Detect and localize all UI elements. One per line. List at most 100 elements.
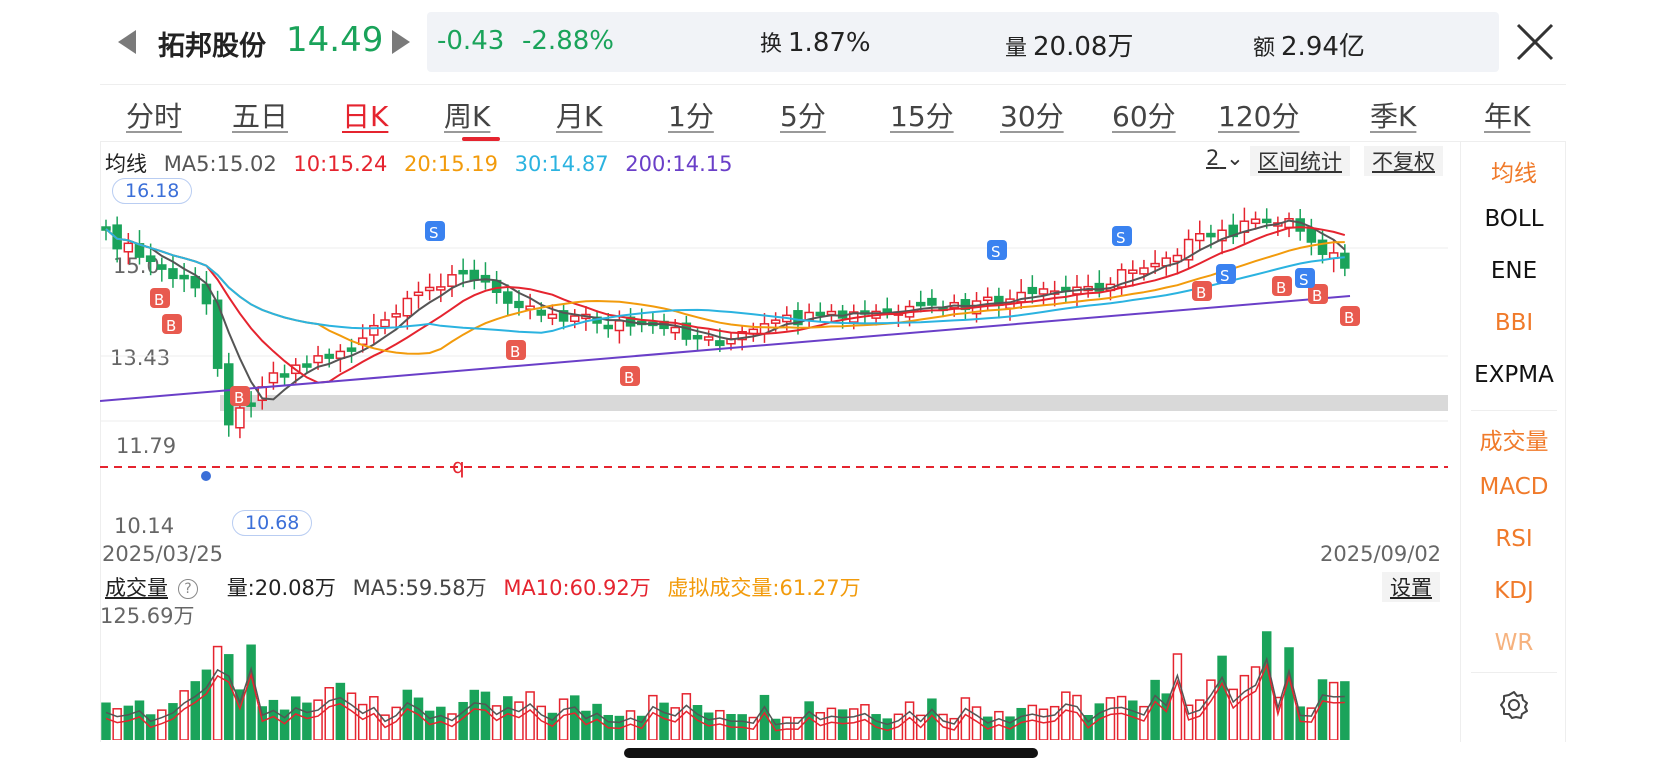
- candle: [503, 291, 513, 304]
- tab-30min[interactable]: 30分: [1000, 95, 1064, 135]
- volume-bar: [826, 707, 837, 740]
- adjust-button[interactable]: 不复权: [1364, 146, 1443, 176]
- volume-bar: [1261, 631, 1272, 740]
- tab-yearly-k[interactable]: 年K: [1484, 95, 1530, 135]
- tab-five-day[interactable]: 五日: [232, 95, 288, 135]
- close-icon[interactable]: [1515, 22, 1555, 62]
- indicator-ene[interactable]: ENE: [1461, 258, 1567, 284]
- previous-stock-icon[interactable]: [118, 30, 136, 54]
- tab-60min[interactable]: 60分: [1112, 95, 1176, 135]
- indicator-bbi[interactable]: BBI: [1461, 310, 1567, 336]
- candle: [1195, 233, 1205, 242]
- volume-bar: [1027, 704, 1038, 740]
- kline-chart[interactable]: qBBBBBB B BBSSSS S: [100, 176, 1448, 538]
- tab-quarterly-k[interactable]: 季K: [1370, 95, 1416, 135]
- indicator-rsi[interactable]: RSI: [1461, 526, 1567, 552]
- candle: [1295, 218, 1305, 232]
- volume-bar: [1161, 693, 1172, 740]
- volume-chart[interactable]: [100, 628, 1448, 740]
- candle: [703, 336, 714, 341]
- volume-bar: [101, 702, 111, 740]
- ma20-value: 20:15.19: [404, 152, 498, 176]
- volume-bar: [1116, 695, 1127, 740]
- volume-bar: [1306, 707, 1317, 740]
- tab-1min[interactable]: 1分: [668, 95, 714, 135]
- ma-legend: 均线 MA5:15.02 10:15.24 20:15.19 30:14.87 …: [105, 148, 743, 178]
- volume-bar: [570, 695, 580, 740]
- candle: [413, 291, 424, 297]
- volume-indicator-title[interactable]: 成交量: [105, 576, 168, 600]
- gear-icon[interactable]: [1499, 690, 1529, 720]
- volume-bar: [837, 709, 848, 740]
- candle: [346, 347, 357, 352]
- volume-bar: [302, 702, 312, 740]
- volume-bar: [1317, 679, 1328, 740]
- range-stats-button[interactable]: 区间统计: [1250, 146, 1350, 176]
- ma200-value: 200:14.15: [625, 152, 733, 176]
- candle: [1128, 269, 1138, 274]
- chart-count-selector[interactable]: 2 ⌄: [1206, 146, 1244, 170]
- candle: [424, 286, 435, 292]
- candle: [514, 300, 524, 309]
- indicator-kdj[interactable]: KDJ: [1461, 578, 1567, 604]
- volume-bar: [402, 689, 413, 740]
- tab-15min[interactable]: 15分: [890, 95, 954, 135]
- tab-daily-k[interactable]: 日K: [342, 95, 388, 135]
- volume-bar: [324, 687, 334, 740]
- candle: [157, 264, 167, 270]
- volume-bar: [168, 703, 178, 740]
- volume-bar: [1206, 679, 1216, 740]
- candle: [570, 315, 580, 323]
- candle: [279, 373, 290, 378]
- help-icon[interactable]: ?: [178, 579, 198, 599]
- low-point-dot: [201, 471, 211, 481]
- indicator-ma[interactable]: 均线: [1461, 154, 1567, 188]
- indicator-volume[interactable]: 成交量: [1461, 422, 1567, 456]
- tab-weekly-k[interactable]: 周K: [444, 95, 490, 135]
- tab-5min[interactable]: 5分: [780, 95, 826, 135]
- tab-intraday[interactable]: 分时: [126, 95, 182, 135]
- candle: [1027, 286, 1038, 295]
- candle: [692, 334, 703, 340]
- volume-bar: [927, 698, 937, 740]
- indicator-expma[interactable]: EXPMA: [1461, 362, 1567, 388]
- candle: [915, 301, 926, 307]
- sell-marker-label: S: [1116, 229, 1126, 247]
- next-stock-icon[interactable]: [392, 30, 410, 54]
- candle: [547, 313, 558, 319]
- sell-marker-label: S: [1299, 271, 1309, 289]
- volume-max-label: 125.69万: [100, 604, 195, 628]
- candle: [447, 274, 457, 287]
- ma-label[interactable]: 均线: [105, 152, 147, 176]
- buy-marker-label: B: [624, 369, 634, 387]
- volume-settings-button[interactable]: 设置: [1382, 572, 1440, 602]
- indicator-macd[interactable]: MACD: [1461, 474, 1567, 500]
- volume-bar: [179, 690, 189, 740]
- candle: [145, 255, 156, 263]
- volume-bar: [134, 700, 145, 740]
- volume-bar: [1150, 679, 1160, 740]
- indicator-boll[interactable]: BOLL: [1461, 206, 1567, 232]
- indicator-panel: 均线 BOLL ENE BBI EXPMA 成交量 MACD RSI KDJ W…: [1460, 142, 1566, 742]
- volume-bar: [246, 644, 256, 740]
- stock-name[interactable]: 拓邦股份: [158, 24, 266, 63]
- volume-bar: [1038, 708, 1049, 740]
- indicator-wr[interactable]: WR: [1461, 630, 1567, 656]
- tab-monthly-k[interactable]: 月K: [556, 95, 602, 135]
- dashed-line-label: q: [452, 454, 465, 478]
- candle: [603, 324, 613, 330]
- volume-stat: 量 20.08万: [1005, 26, 1133, 63]
- candle: [436, 286, 446, 291]
- volume-bar: [313, 699, 323, 740]
- tab-120min[interactable]: 120分: [1218, 95, 1299, 135]
- buy-marker-label: B: [1196, 284, 1206, 302]
- candle: [826, 310, 837, 316]
- high-price-bubble: 16.18: [112, 178, 193, 204]
- volume-bar: [268, 699, 279, 740]
- candle: [1250, 218, 1261, 225]
- buy-marker-label: B: [1276, 279, 1286, 297]
- ma30-line: [105, 228, 1345, 334]
- ma10-value: 10:15.24: [293, 152, 388, 176]
- volume-bar: [436, 706, 446, 740]
- candle: [882, 308, 892, 313]
